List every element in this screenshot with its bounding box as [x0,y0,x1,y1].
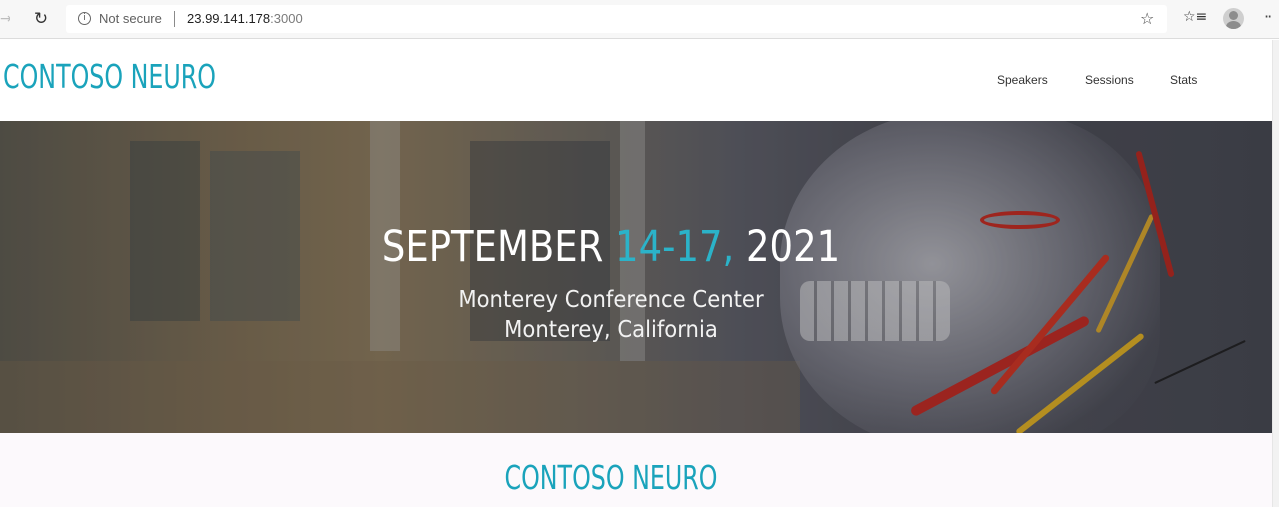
nav-stats[interactable]: Stats [1170,73,1197,87]
page-scrollbar[interactable] [1272,40,1279,507]
address-divider [174,11,175,27]
site-header: CONTOSO NEURO Speakers Sessions Stats [0,40,1279,121]
info-icon[interactable]: i [78,12,91,25]
section-title: CONTOSO NEURO [504,458,718,497]
star-icon[interactable]: ☆ [1140,9,1154,28]
browser-toolbar: → ↻ i Not secure 23.99.141.178:3000 ☆ ☆≡… [0,0,1279,39]
nav-sessions[interactable]: Sessions [1085,73,1134,87]
event-date: SEPTEMBER 14-17, 2021 [86,222,1137,272]
date-year: 2021 [746,222,841,272]
profile-icon[interactable] [1223,8,1244,29]
back-icon[interactable]: → [0,9,10,29]
venue-location: Monterey, California [504,317,718,343]
site-logo[interactable]: CONTOSO NEURO [3,57,216,96]
address-bar[interactable]: i Not secure 23.99.141.178:3000 ☆ [66,5,1167,33]
url-text[interactable]: 23.99.141.178:3000 [187,11,303,26]
profile-head [1229,11,1238,20]
security-label: Not secure [99,11,162,26]
nav-speakers[interactable]: Speakers [997,73,1048,87]
date-month: SEPTEMBER [381,222,616,272]
url-host: 23.99.141.178 [187,11,271,26]
hero-overlay [0,121,1272,433]
date-days: 14-17, [615,222,747,272]
favorites-icon[interactable]: ☆≡ [1183,9,1207,25]
refresh-icon[interactable]: ↻ [30,8,52,30]
venue-name: Monterey Conference Center [458,287,764,313]
url-port: :3000 [270,11,303,26]
intro-section: CONTOSO NEURO [0,433,1272,507]
profile-body [1226,21,1241,29]
hero-banner: SEPTEMBER 14-17, 2021 Monterey Conferenc… [0,121,1272,433]
more-icon[interactable]: ·· [1264,7,1272,26]
